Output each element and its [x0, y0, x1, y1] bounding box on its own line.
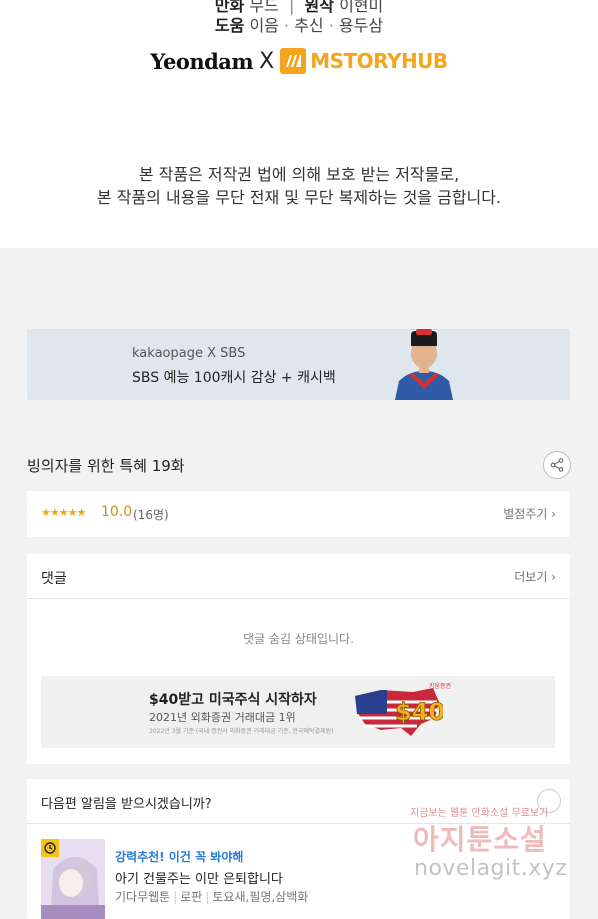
mstoryhub-logo: MSTORYHUB	[280, 48, 448, 74]
rating-card: ★★★★★ 10.0 (16명) 별점주기 ›	[27, 491, 570, 537]
comments-card: 댓글 더보기 › 댓글 숨김 상태입니다. $40받고 미국주식 시작하자 20…	[27, 554, 570, 764]
publisher-logos: Yeondam X MSTORYHUB	[0, 48, 598, 74]
watermark-title: 아지툰소설	[413, 823, 547, 856]
recommended-meta: 기다무웹툰 | 로판 | 토요새,필명,삼백화	[115, 890, 309, 904]
ad-brand: 키움증권	[429, 683, 452, 690]
star-rating-icon: ★★★★★	[41, 506, 86, 519]
clock-icon	[41, 839, 59, 857]
stock-ad-banner[interactable]: $40받고 미국주식 시작하자 2021년 외화증권 거래대금 1위 2022년…	[41, 676, 555, 748]
credit-line-assist: 도움 이음 · 추신 · 용두삼	[214, 16, 384, 35]
collab-x: X	[259, 48, 275, 74]
episode-title: 빙의자를 위한 특혜 19화	[27, 457, 185, 475]
copyright-line-2: 본 작품의 내용을 무단 전재 및 무단 복제하는 것을 금합니다.	[96, 188, 502, 207]
comments-heading: 댓글	[41, 571, 67, 587]
ad-subtitle: 2021년 외화증권 거래대금 1위	[149, 711, 296, 724]
comments-more-link[interactable]: 더보기 ›	[514, 568, 556, 585]
rating-count: (16명)	[133, 508, 169, 522]
rate-button[interactable]: 별점주기 ›	[503, 505, 556, 522]
watermark-url: novelagit.xyz	[414, 856, 568, 881]
banner-line-2: SBS 예능 100캐시 감상 + 캐시백	[132, 370, 336, 386]
credit-assist-name-1: 이음	[249, 16, 279, 35]
us-flag-map-icon: $40	[355, 688, 443, 736]
credit-assist-name-2: 추신	[294, 16, 324, 35]
divider	[27, 598, 570, 599]
sbs-promo-banner[interactable]: kakaopage X SBS SBS 예능 100캐시 감상 + 캐시백	[27, 329, 570, 400]
svg-text:$40: $40	[395, 698, 443, 726]
rating-score: 10.0	[101, 504, 133, 520]
credits-section: 만화 무드 | 원작 이현미 도움 이음 · 추신 · 용두삼 Yeondam …	[0, 0, 598, 248]
watermark-tagline: 지금보는 웹툰 만화소설 무료보기	[410, 808, 549, 819]
comments-hidden-message: 댓글 숨김 상태입니다.	[243, 632, 354, 646]
banner-line-1: kakaopage X SBS	[132, 346, 246, 361]
share-icon	[550, 458, 564, 472]
copyright-line-1: 본 작품은 저작권 법에 의해 보호 받는 저작물로,	[138, 165, 460, 184]
ad-title: $40받고 미국주식 시작하자	[149, 692, 317, 708]
mstoryhub-mark-icon	[280, 48, 307, 74]
ad-fine-print: 2022년 3월 기준 (국내 증권사 외화증권 거래대금 기준, 한국예탁결제…	[149, 728, 334, 735]
banner-person-image	[395, 329, 453, 400]
yeondam-logo: Yeondam	[150, 48, 254, 74]
recommended-thumbnail[interactable]	[41, 839, 105, 919]
share-button[interactable]	[543, 451, 571, 479]
recommend-label: 강력추천! 이건 꼭 봐야해	[115, 850, 244, 864]
credit-label-assist: 도움	[214, 16, 245, 35]
recommended-title[interactable]: 아기 건물주는 이만 은퇴합니다	[115, 868, 283, 887]
credit-assist-name-3: 용두삼	[338, 16, 384, 35]
next-episode-question: 다음편 알림을 받으시겠습니까?	[41, 797, 212, 812]
